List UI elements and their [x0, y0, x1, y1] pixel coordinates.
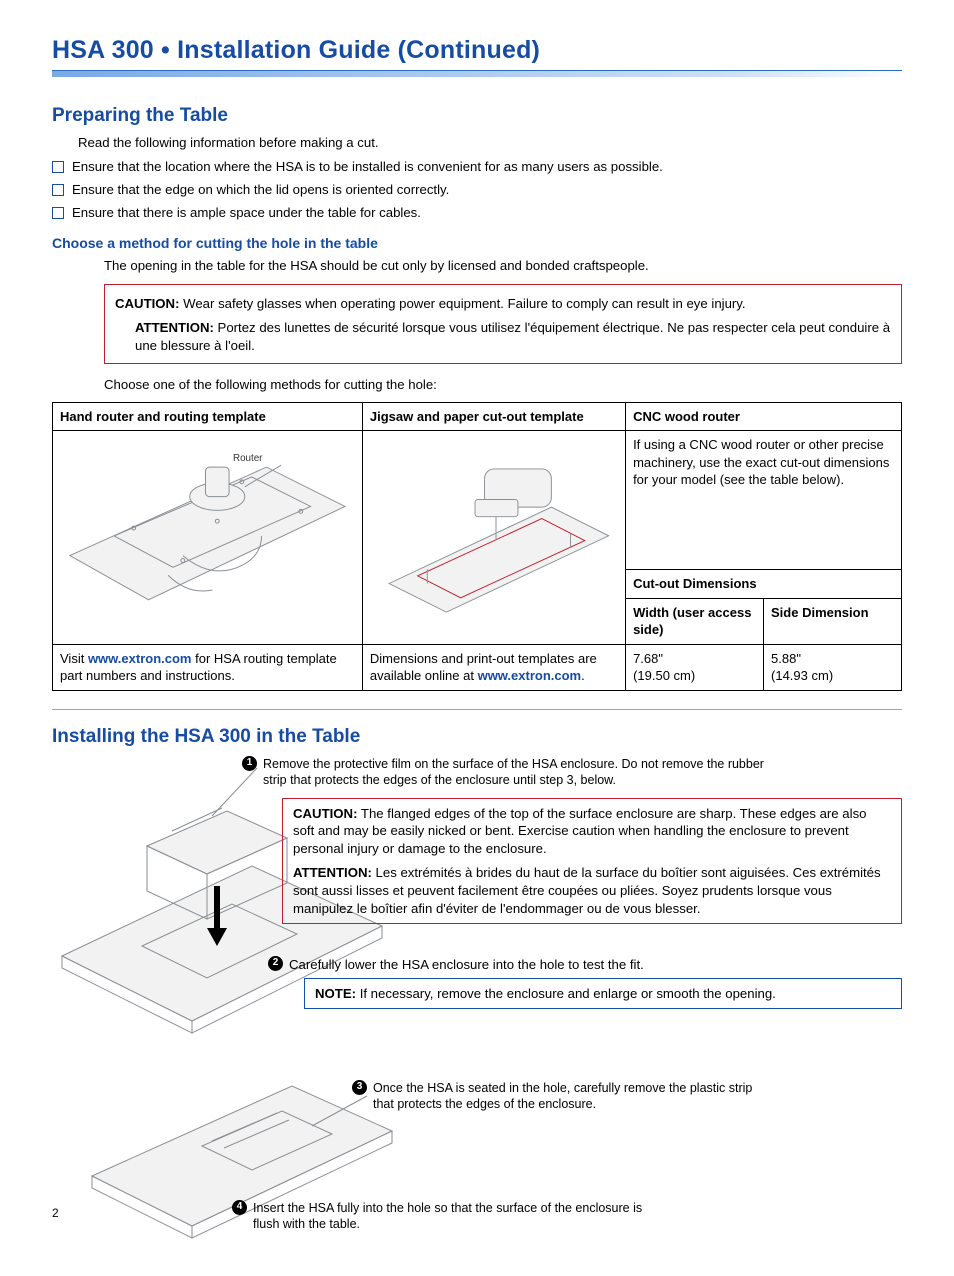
install-area: 1 Remove the protective film on the surf…	[52, 756, 902, 1256]
checklist-item: Ensure that the location where the HSA i…	[52, 158, 902, 176]
step-number-icon: 1	[242, 756, 257, 771]
choose-text: Choose one of the following methods for …	[104, 376, 902, 394]
attention-text: Les extrémités à brides du haut de la su…	[293, 865, 881, 916]
table-header: Hand router and routing template	[53, 402, 363, 431]
step-number-icon: 4	[232, 1200, 247, 1215]
width-cm: (19.50 cm)	[633, 668, 695, 683]
router-illustration: Router	[60, 436, 355, 626]
cutout-dim-header: Cut-out Dimensions	[626, 570, 902, 599]
side-cm: (14.93 cm)	[771, 668, 833, 683]
visit-pre: Visit	[60, 651, 88, 666]
checkbox-icon	[52, 184, 64, 196]
step-2: 2 Carefully lower the HSA enclosure into…	[268, 956, 868, 974]
caution-row: CAUTION: Wear safety glasses when operat…	[115, 295, 891, 313]
caution-label: CAUTION:	[115, 296, 179, 311]
side-value-cell: 5.88" (14.93 cm)	[764, 644, 902, 690]
note-label: NOTE:	[315, 986, 356, 1001]
preparing-intro: Read the following information before ma…	[78, 134, 902, 152]
jigsaw-illustration	[370, 436, 618, 626]
visit-cell: Visit www.extron.com for HSA routing tem…	[53, 644, 363, 690]
side-value: 5.88"	[771, 651, 801, 666]
step-number-icon: 3	[352, 1080, 367, 1095]
checklist-text: Ensure that the edge on which the lid op…	[72, 181, 449, 199]
page-number: 2	[52, 1205, 59, 1221]
title-rule	[52, 70, 902, 77]
table-header: CNC wood router	[626, 402, 902, 431]
note-box: NOTE: If necessary, remove the enclosure…	[304, 978, 902, 1010]
methods-table: Hand router and routing template Jigsaw …	[52, 402, 902, 691]
caution-row: CAUTION: The flanged edges of the top of…	[293, 805, 891, 858]
extron-link[interactable]: www.extron.com	[88, 651, 192, 666]
section-divider	[52, 709, 902, 710]
jigsaw-illustration-cell	[362, 431, 625, 645]
section-preparing-heading: Preparing the Table	[52, 103, 902, 129]
sub-intro: The opening in the table for the HSA sho…	[104, 257, 902, 275]
width-header: Width (user access side)	[626, 598, 764, 644]
step-1-text: Remove the protective film on the surfac…	[263, 756, 782, 790]
width-value-cell: 7.68" (19.50 cm)	[626, 644, 764, 690]
caution-text: The flanged edges of the top of the surf…	[293, 806, 867, 857]
step-4: 4 Insert the HSA fully into the hole so …	[232, 1200, 652, 1234]
attention-label: ATTENTION:	[293, 865, 372, 880]
extron-link[interactable]: www.extron.com	[478, 668, 582, 683]
dim-cell: Dimensions and print-out templates are a…	[362, 644, 625, 690]
checklist: Ensure that the location where the HSA i…	[52, 158, 902, 221]
attention-text: Portez des lunettes de sécurité lorsque …	[135, 320, 890, 353]
dim-post: .	[581, 668, 585, 683]
note-text: If necessary, remove the enclosure and e…	[356, 986, 776, 1001]
checkbox-icon	[52, 207, 64, 219]
step-3: 3 Once the HSA is seated in the hole, ca…	[352, 1080, 772, 1114]
checklist-item: Ensure that the edge on which the lid op…	[52, 181, 902, 199]
cnc-text-cell: If using a CNC wood router or other prec…	[626, 431, 902, 570]
step-number-icon: 2	[268, 956, 283, 971]
checklist-text: Ensure that there is ample space under t…	[72, 204, 421, 222]
router-illustration-cell: Router	[53, 431, 363, 645]
checklist-item: Ensure that there is ample space under t…	[52, 204, 902, 222]
subheading-choose-method: Choose a method for cutting the hole in …	[52, 234, 902, 253]
attention-row: ATTENTION: Les extrémités à brides du ha…	[293, 864, 891, 917]
checkbox-icon	[52, 161, 64, 173]
width-value: 7.68"	[633, 651, 663, 666]
table-header: Jigsaw and paper cut-out template	[362, 402, 625, 431]
caution-box-2: CAUTION: The flanged edges of the top of…	[282, 798, 902, 925]
section-installing-heading: Installing the HSA 300 in the Table	[52, 724, 902, 750]
step-1: 1 Remove the protective film on the surf…	[242, 756, 782, 790]
attention-label: ATTENTION:	[135, 320, 214, 335]
step-2-text: Carefully lower the HSA enclosure into t…	[289, 956, 644, 974]
router-label: Router	[233, 453, 263, 464]
attention-row: ATTENTION: Portez des lunettes de sécuri…	[115, 319, 891, 355]
document-title: HSA 300 • Installation Guide (Continued)	[52, 34, 902, 68]
step-4-text: Insert the HSA fully into the hole so th…	[253, 1200, 652, 1234]
caution-label: CAUTION:	[293, 806, 357, 821]
side-header: Side Dimension	[764, 598, 902, 644]
step-3-text: Once the HSA is seated in the hole, care…	[373, 1080, 772, 1114]
caution-box: CAUTION: Wear safety glasses when operat…	[104, 284, 902, 363]
caution-text: Wear safety glasses when operating power…	[179, 296, 745, 311]
checklist-text: Ensure that the location where the HSA i…	[72, 158, 663, 176]
